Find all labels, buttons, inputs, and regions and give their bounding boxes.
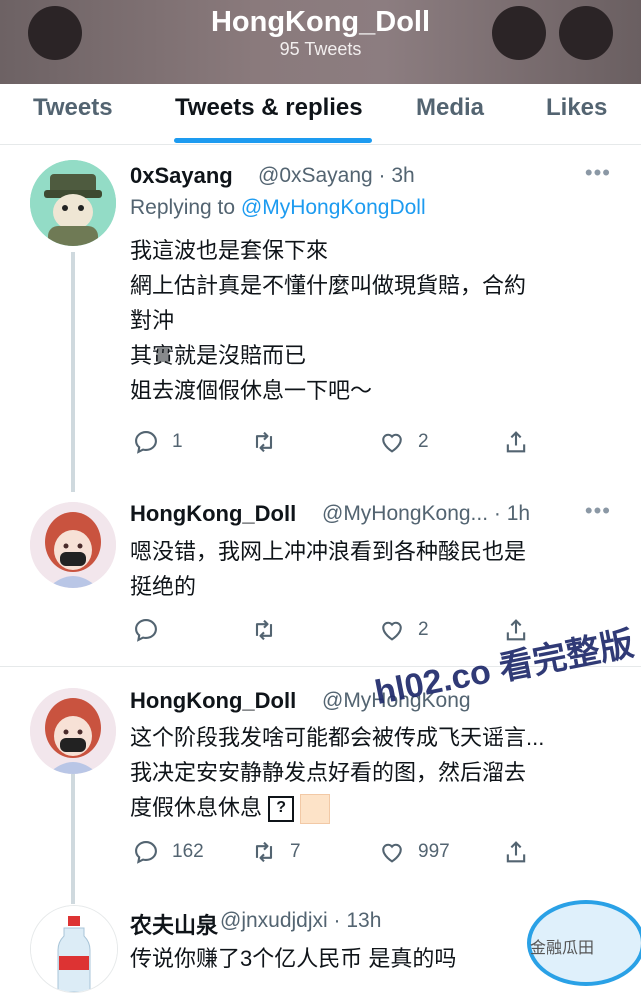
avatar[interactable] xyxy=(30,688,116,774)
retweet-icon xyxy=(255,431,273,453)
profile-header: HongKong_Doll 95 Tweets xyxy=(0,0,641,84)
like-count: 997 xyxy=(418,841,450,862)
avatar[interactable] xyxy=(30,905,118,993)
retweet-button[interactable] xyxy=(250,428,290,456)
replying-to-handle[interactable]: @MyHongKongDoll xyxy=(241,196,426,219)
tweet-text-line: 網上估計真是不懂什麼叫做現貨賠，合約 xyxy=(130,273,527,298)
tweet-text: 我這波也是套保下來 網上估計真是不懂什麼叫做現貨賠，合約 對沖 其實就是沒賠而已… xyxy=(130,233,610,408)
profile-name: HongKong_Doll xyxy=(210,6,431,38)
avatar[interactable] xyxy=(30,160,116,246)
tweet-text: 嗯没错，我网上冲冲浪看到各种酸民也是 挺绝的 xyxy=(130,534,610,604)
more-options-icon[interactable]: ••• xyxy=(585,160,611,186)
avatar-image-icon xyxy=(30,502,116,588)
reply-button[interactable]: 162 xyxy=(132,838,204,866)
share-icon xyxy=(506,431,526,453)
profile-tabs: Tweets Tweets & replies Media Likes xyxy=(0,84,641,145)
replying-to: Replying to @MyHongKongDoll xyxy=(130,196,426,220)
tweet-author-name[interactable]: 农夫山泉 xyxy=(130,908,218,940)
heart-icon xyxy=(382,433,402,453)
reply-button[interactable]: 1 xyxy=(132,428,183,456)
reply-count: 162 xyxy=(172,841,204,862)
tweet-actions: 162 7 997 xyxy=(130,838,530,868)
tweet-count: 95 Tweets xyxy=(279,39,362,59)
active-tab-indicator xyxy=(174,138,372,143)
share-button[interactable] xyxy=(502,428,530,456)
tweet-meta: @jnxudjdjxi · 13h xyxy=(220,909,382,932)
heart-icon xyxy=(382,843,402,863)
tweet-text-line: 姐去渡個假休息一下吧～ xyxy=(130,378,373,403)
more-options-icon[interactable]: ••• xyxy=(585,498,611,524)
tab-media[interactable]: Media xyxy=(416,94,484,122)
retweet-button[interactable]: 7 xyxy=(250,838,301,866)
tweet-actions: 1 2 xyxy=(130,428,530,458)
tweet-author-name[interactable]: 0xSayang xyxy=(130,163,233,189)
retweet-icon xyxy=(255,841,273,863)
like-button[interactable]: 997 xyxy=(378,838,450,866)
tweet-text: 这个阶段我发啥可能都会被传成飞天谣言... 我决定安安静静发点好看的图，然后溜去… xyxy=(130,720,610,825)
reply-count: 1 xyxy=(172,431,183,452)
heart-icon xyxy=(382,621,402,641)
tab-tweets[interactable]: Tweets xyxy=(33,94,113,122)
tweet-actions: 2 xyxy=(130,616,530,646)
tab-likes[interactable]: Likes xyxy=(546,94,607,122)
reply-icon xyxy=(135,431,157,454)
avatar-image-icon xyxy=(30,688,116,774)
emoji-icon xyxy=(300,794,331,825)
tweet-text-span: 度假休息休息 xyxy=(130,795,263,820)
tweet-text-line: 對沖 xyxy=(130,308,175,333)
water-bottle-icon xyxy=(31,906,117,992)
reply-button[interactable] xyxy=(132,616,172,644)
tweet-author-name[interactable]: HongKong_Doll xyxy=(130,501,296,527)
tweet-text-line: 我决定安安静静发点好看的图，然后溜去 xyxy=(130,760,527,785)
retweet-button[interactable] xyxy=(250,616,290,644)
tweet-author-name[interactable]: HongKong_Doll xyxy=(130,688,296,714)
like-count: 2 xyxy=(418,619,429,640)
tab-tweets-and-replies[interactable]: Tweets & replies xyxy=(175,94,363,122)
like-button[interactable]: 2 xyxy=(378,428,429,456)
tweet-text-line: 我這波也是套保下來 xyxy=(130,238,329,263)
like-count: 2 xyxy=(418,431,429,452)
tweet-meta: @0xSayang · 3h xyxy=(258,164,415,187)
thread-line xyxy=(71,774,75,904)
share-button[interactable] xyxy=(502,838,530,866)
avatar-image-icon xyxy=(30,160,116,246)
like-button[interactable]: 2 xyxy=(378,616,429,644)
avatar[interactable] xyxy=(30,502,116,588)
tweet-text-line: 挺绝的 xyxy=(130,574,197,599)
retweet-icon xyxy=(255,619,273,641)
tweet-text-line: 其實就是沒賠而已 xyxy=(130,343,307,368)
replying-to-prefix: Replying to xyxy=(130,196,236,219)
tweet-meta: @MyHongKong... · 1h xyxy=(322,502,531,525)
tweet-text-line: 嗯没错，我网上冲冲浪看到各种酸民也是 xyxy=(130,539,527,564)
reply-icon xyxy=(135,619,157,642)
reply-icon xyxy=(135,841,157,864)
tweet-text-line: 度假休息休息 ? xyxy=(130,790,610,825)
retweet-count: 7 xyxy=(290,841,301,862)
thread-line xyxy=(71,252,75,492)
tweet-text-line: 这个阶段我发啥可能都会被传成飞天谣言... xyxy=(130,725,545,750)
watermark-corner-text: 金融瓜田 xyxy=(530,940,595,957)
unknown-glyph-icon: ? xyxy=(268,796,295,823)
share-icon xyxy=(506,841,526,863)
